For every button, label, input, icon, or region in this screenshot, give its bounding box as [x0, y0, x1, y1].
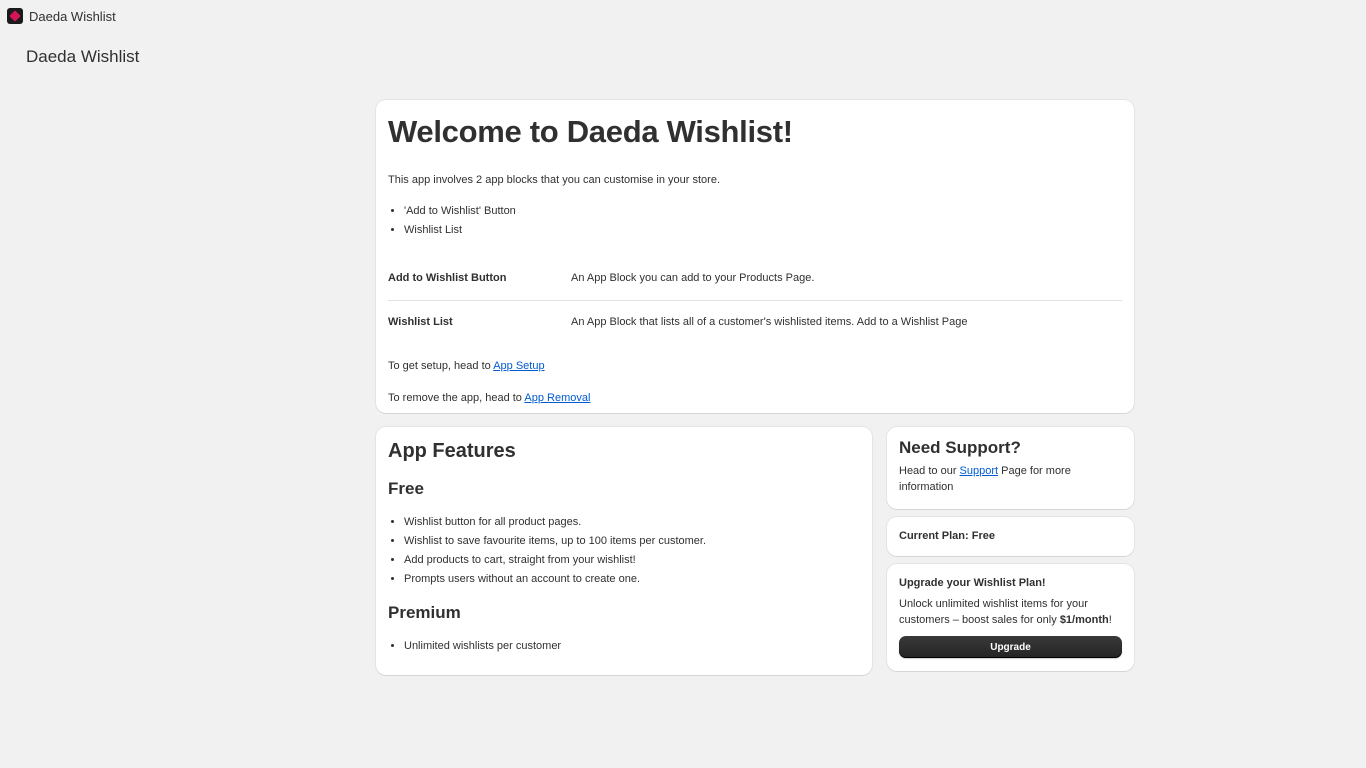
- support-text: Head to our Support Page for more inform…: [899, 463, 1122, 495]
- free-heading: Free: [388, 479, 424, 498]
- removal-text: To remove the app, head to: [388, 392, 522, 404]
- app-blocks-list: 'Add to Wishlist' Button Wishlist List: [388, 202, 1122, 240]
- welcome-intro: This app involves 2 app blocks that you …: [388, 174, 721, 186]
- upgrade-price: $1/month: [1059, 614, 1109, 626]
- list-item: Add products to cart, straight from your…: [404, 551, 860, 570]
- welcome-card: Welcome to Daeda Wishlist! This app invo…: [376, 100, 1134, 413]
- upgrade-text: Unlock unlimited wishlist items for your…: [899, 596, 1122, 628]
- app-block-row: Add to Wishlist Button An App Block you …: [388, 270, 1122, 286]
- support-card: Need Support? Head to our Support Page f…: [887, 427, 1134, 509]
- list-item: Wishlist to save favourite items, up to …: [404, 532, 860, 551]
- list-item: Wishlist List: [404, 221, 1122, 240]
- support-text-prefix: Head to our: [899, 465, 957, 477]
- support-link[interactable]: Support: [960, 465, 999, 477]
- app-block-description: An App Block you can add to your Product…: [571, 272, 815, 284]
- free-features-list: Wishlist button for all product pages. W…: [388, 513, 860, 589]
- list-item: Unlimited wishlists per customer: [404, 637, 860, 656]
- removal-line: To remove the app, head to App Removal: [388, 390, 1122, 406]
- welcome-heading: Welcome to Daeda Wishlist!: [388, 114, 793, 149]
- features-heading: App Features: [388, 440, 516, 462]
- list-item: Prompts users without an account to crea…: [404, 570, 860, 589]
- app-removal-link[interactable]: App Removal: [524, 392, 590, 404]
- row-divider: [388, 300, 1122, 301]
- page-title: Daeda Wishlist: [26, 47, 140, 66]
- premium-features-list: Unlimited wishlists per customer: [388, 637, 860, 656]
- upgrade-text-suffix: !: [1108, 614, 1112, 626]
- upgrade-title: Upgrade your Wishlist Plan!: [899, 577, 1046, 589]
- current-plan-card: Current Plan: Free: [887, 517, 1134, 556]
- setup-line: To get setup, head to App Setup: [388, 358, 1122, 374]
- app-block-row: Wishlist List An App Block that lists al…: [388, 314, 1122, 330]
- app-setup-link[interactable]: App Setup: [493, 360, 544, 372]
- app-block-description: An App Block that lists all of a custome…: [571, 316, 968, 328]
- app-logo-icon: [7, 8, 23, 24]
- list-item: Wishlist button for all product pages.: [404, 513, 860, 532]
- upgrade-button[interactable]: Upgrade: [899, 636, 1122, 658]
- list-item: 'Add to Wishlist' Button: [404, 202, 1122, 221]
- app-name: Daeda Wishlist: [29, 8, 116, 24]
- app-block-name: Wishlist List: [388, 316, 453, 328]
- support-heading: Need Support?: [899, 438, 1021, 457]
- premium-heading: Premium: [388, 603, 461, 622]
- setup-text: To get setup, head to: [388, 360, 491, 372]
- features-card: App Features Free Wishlist button for al…: [376, 427, 872, 675]
- upgrade-card: Upgrade your Wishlist Plan! Unlock unlim…: [887, 564, 1134, 671]
- app-header-bar: Daeda Wishlist: [0, 0, 1366, 32]
- app-block-name: Add to Wishlist Button: [388, 272, 507, 284]
- current-plan-label: Current Plan: Free: [899, 530, 995, 542]
